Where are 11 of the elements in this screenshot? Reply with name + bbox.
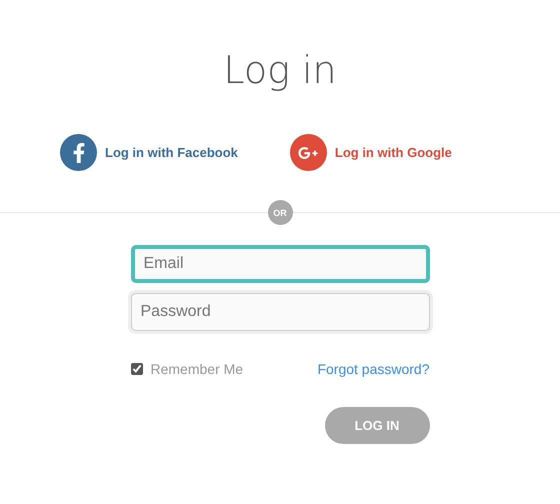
email-field[interactable]: Email	[130, 245, 430, 283]
password-field[interactable]: Password	[130, 293, 430, 331]
facebook-icon	[60, 134, 97, 171]
remember-label: Remember Me	[150, 361, 244, 377]
or-divider-label: OR	[268, 200, 292, 225]
remember-checkbox[interactable]	[130, 363, 142, 375]
page-title: Log in	[223, 47, 337, 94]
forgot-password-link[interactable]: Forgot password?	[317, 361, 430, 377]
google-login-link[interactable]: Log in with Google	[290, 134, 452, 171]
facebook-login-link[interactable]: Log in with Facebook	[60, 134, 238, 171]
google-plus-icon	[290, 134, 327, 171]
